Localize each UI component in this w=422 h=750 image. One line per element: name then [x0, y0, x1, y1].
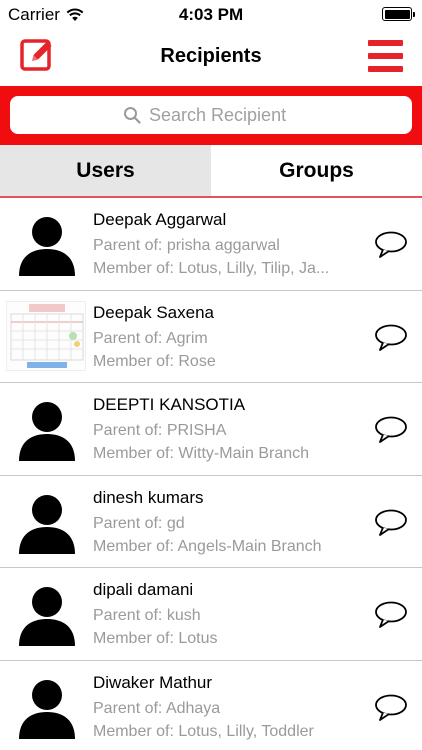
recipient-name: Diwaker Mathur [93, 672, 213, 692]
tab-users[interactable]: Users [0, 145, 211, 196]
recipient-parent: Parent of: prisha aggarwal [93, 237, 280, 254]
list-item[interactable]: dinesh kumars Parent of: gd Member of: A… [0, 475, 422, 568]
calendar-photo-image [7, 301, 85, 370]
person-avatar-icon [19, 679, 75, 739]
battery-icon [382, 7, 415, 21]
page-title: Recipients [160, 45, 262, 67]
recipient-member: Member of: Rose [93, 352, 216, 370]
hamburger-menu-icon-bar [368, 66, 403, 72]
segment-tabs: Users Groups [0, 145, 422, 198]
recipient-parent: Parent of: kush [93, 607, 201, 624]
recipient-member: Member of: Angels-Main Branch [93, 537, 322, 555]
list-item[interactable]: dipali damani Parent of: kush Member of:… [0, 568, 422, 661]
hamburger-menu-icon [368, 40, 403, 46]
recipient-member: Member of: Lotus, Lilly, Tilip, Ja... [93, 260, 330, 277]
chat-bubble-icon[interactable] [374, 600, 408, 630]
recipient-name: dipali damani [93, 580, 194, 599]
recipient-member: Member of: Witty-Main Branch [93, 445, 310, 462]
status-time: 4:03 PM [178, 5, 244, 24]
recipient-member: Member of: Lotus, Lilly, Toddler [93, 722, 314, 740]
chat-bubble-icon[interactable] [374, 230, 408, 260]
recipient-parent: Parent of: PRISHA [93, 422, 227, 439]
tab-groups[interactable]: Groups [211, 145, 422, 196]
list-item[interactable]: Deepak Saxena Parent of: Agrim Member of… [0, 290, 422, 383]
list-item[interactable]: Deepak Aggarwal Parent of: prisha aggarw… [0, 198, 422, 291]
recipient-name: Deepak Aggarwal [93, 210, 227, 229]
recipient-parent: Parent of: Agrim [93, 329, 208, 347]
hamburger-menu-icon-bar [368, 53, 403, 59]
user-photo-avatar [6, 300, 86, 371]
recipient-parent: Parent of: Adhaya [93, 699, 221, 717]
person-avatar-icon [19, 217, 75, 276]
list-item[interactable]: Diwaker Mathur Parent of: Adhaya Member … [0, 660, 422, 750]
chat-bubble-icon[interactable] [374, 508, 408, 538]
person-avatar-icon [19, 587, 75, 646]
person-avatar-icon [19, 494, 75, 554]
status-bar: Carrier 4:03 PM [0, 0, 422, 30]
search-icon [124, 107, 141, 124]
recipient-member: Member of: Lotus [93, 630, 218, 647]
navigation-bar: Recipients [0, 30, 422, 86]
chat-bubble-icon[interactable] [374, 415, 408, 445]
search-input[interactable] [149, 104, 299, 126]
menu-button[interactable] [368, 40, 403, 72]
recipient-parent: Parent of: gd [93, 514, 185, 532]
recipient-list: Deepak Aggarwal Parent of: prisha aggarw… [0, 198, 422, 750]
chat-bubble-icon[interactable] [374, 323, 408, 353]
search-band [0, 86, 422, 145]
recipient-name: DEEPTI KANSOTIA [93, 395, 246, 414]
chat-bubble-icon[interactable] [374, 693, 408, 723]
list-item[interactable]: DEEPTI KANSOTIA Parent of: PRISHA Member… [0, 383, 422, 476]
recipient-name: dinesh kumars [93, 487, 204, 507]
recipient-name: Deepak Saxena [93, 302, 214, 322]
search-box[interactable] [10, 96, 412, 134]
person-avatar-icon [19, 402, 75, 461]
